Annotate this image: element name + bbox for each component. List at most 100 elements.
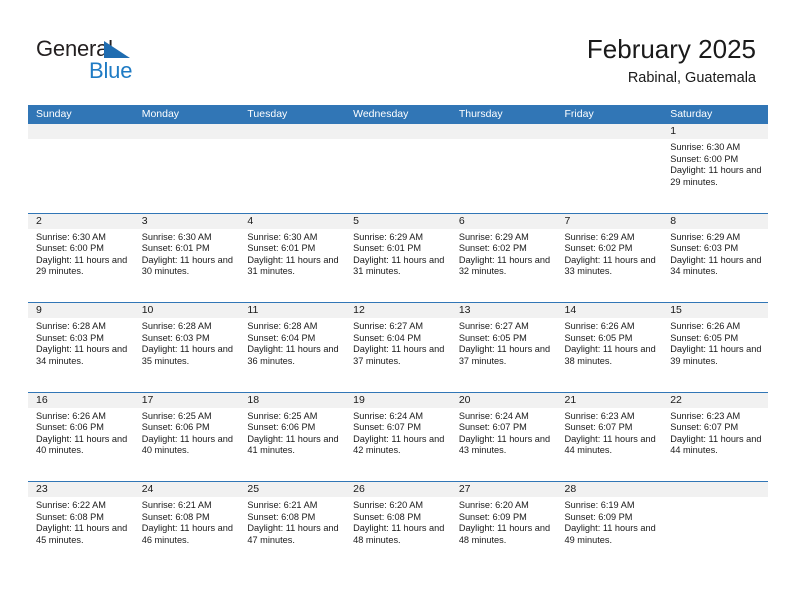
calendar-day-cell[interactable]: 25 Sunrise: 6:21 AM Sunset: 6:08 PM Dayligh… — [239, 482, 346, 571]
day-number: 24 — [133, 482, 240, 497]
daylight-text: Daylight: 11 hours and 42 minutes. — [353, 433, 445, 456]
daylight-text: Daylight: 11 hours and 30 minutes. — [141, 254, 233, 277]
day-sun-info: Sunrise: 6:30 AM Sunset: 6:01 PM Daylight:… — [134, 229, 240, 278]
calendar-day-cell[interactable]: 10 Sunrise: 6:28 AM Sunset: 6:03 PM Dayligh… — [133, 303, 240, 392]
calendar-day-cell[interactable]: 3 Sunrise: 6:30 AM Sunset: 6:01 PM Daylight… — [133, 213, 240, 303]
calendar-day-cell[interactable]: 24 Sunrise: 6:21 AM Sunset: 6:08 PM Dayligh… — [133, 482, 240, 571]
day-sun-info: Sunrise: 6:19 AM Sunset: 6:09 PM Daylight:… — [557, 497, 663, 546]
daylight-text: Daylight: 11 hours and 37 minutes. — [353, 344, 445, 366]
sunset-text: Sunset: 6:06 PM — [247, 422, 316, 433]
day-sun-info: Sunrise: 6:27 AM Sunset: 6:05 PM Daylight:… — [451, 318, 557, 367]
day-sun-info: Sunrise: 6:20 AM Sunset: 6:08 PM Daylight:… — [345, 497, 451, 546]
calendar-day-cell[interactable]: 21 Sunrise: 6:23 AM Sunset: 6:07 PM Dayligh… — [556, 392, 663, 482]
day-sun-info: Sunrise: 6:23 AM Sunset: 6:07 PM Daylight:… — [662, 408, 768, 457]
calendar-week-row: 2 Sunrise: 6:30 AM Sunset: 6:00 PM Daylight… — [28, 212, 768, 303]
day-sun-info: Sunrise: 6:21 AM Sunset: 6:08 PM Daylight:… — [134, 497, 240, 546]
sunrise-text: Sunrise: 6:22 AM — [36, 500, 106, 510]
day-number: 17 — [133, 392, 240, 408]
sunset-text: Sunset: 6:00 PM — [36, 243, 104, 254]
daylight-text: Daylight: 11 hours and 41 minutes. — [247, 433, 339, 456]
calendar-day-cell[interactable]: 1 Sunrise: 6:30 AM Sunset: 6:00 PM Daylight… — [662, 124, 768, 213]
day-sun-info: Sunrise: 6:28 AM Sunset: 6:03 PM Daylight:… — [28, 318, 134, 367]
day-sun-info: Sunrise: 6:30 AM Sunset: 6:00 PM Daylight:… — [28, 229, 134, 278]
daylight-text: Daylight: 11 hours and 29 minutes. — [670, 165, 762, 187]
calendar-day-cell[interactable]: 17 Sunrise: 6:25 AM Sunset: 6:06 PM Dayligh… — [133, 392, 240, 482]
calendar-day-cell[interactable]: 8 Sunrise: 6:29 AM Sunset: 6:03 PM Daylight… — [662, 213, 768, 303]
day-number: 10 — [133, 303, 240, 318]
calendar-day-cell[interactable]: 22 Sunrise: 6:23 AM Sunset: 6:07 PM Dayligh… — [662, 392, 768, 482]
sunrise-text: Sunrise: 6:30 AM — [670, 142, 741, 152]
sunrise-text: Sunrise: 6:20 AM — [353, 500, 424, 510]
calendar-day-cell[interactable]: 27 Sunrise: 6:20 AM Sunset: 6:09 PM Dayligh… — [450, 482, 557, 571]
calendar-day-cell[interactable]: 16 Sunrise: 6:26 AM Sunset: 6:06 PM Dayligh… — [28, 392, 134, 482]
calendar-day-cell[interactable]: 18 Sunrise: 6:25 AM Sunset: 6:06 PM Dayligh… — [239, 392, 346, 482]
day-sun-info: Sunrise: 6:23 AM Sunset: 6:07 PM Daylight:… — [557, 408, 663, 457]
calendar-day-cell-empty — [345, 124, 451, 213]
calendar-day-cell[interactable]: 13 Sunrise: 6:27 AM Sunset: 6:05 PM Dayligh… — [450, 303, 557, 392]
day-sun-info: Sunrise: 6:24 AM Sunset: 6:07 PM Daylight:… — [451, 408, 557, 457]
sunset-text: Sunset: 6:03 PM — [141, 332, 210, 343]
page-header: General Blue February 2025 Rabinal, Guat… — [0, 0, 792, 100]
calendar-day-cell[interactable]: 9 Sunrise: 6:28 AM Sunset: 6:03 PM Daylight… — [28, 303, 134, 392]
day-number: 3 — [133, 213, 240, 229]
calendar-day-cell-empty — [556, 124, 663, 213]
sunset-text: Sunset: 6:07 PM — [670, 422, 739, 433]
calendar-day-cell[interactable]: 28 Sunrise: 6:19 AM Sunset: 6:09 PM Dayligh… — [556, 482, 663, 571]
calendar-day-cell[interactable]: 6 Sunrise: 6:29 AM Sunset: 6:02 PM Daylight… — [450, 213, 557, 303]
day-sun-info: Sunrise: 6:26 AM Sunset: 6:06 PM Daylight:… — [28, 408, 134, 457]
sunrise-text: Sunrise: 6:27 AM — [458, 321, 529, 331]
daylight-text: Daylight: 11 hours and 48 minutes. — [353, 523, 445, 545]
day-number: 13 — [450, 303, 557, 318]
day-number: 22 — [662, 392, 768, 408]
calendar-day-cell-empty — [133, 124, 240, 213]
daylight-text: Daylight: 11 hours and 31 minutes. — [247, 254, 339, 277]
week-inner: 16 Sunrise: 6:26 AM Sunset: 6:06 PM Dayligh… — [28, 392, 768, 482]
calendar-day-cell[interactable]: 15 Sunrise: 6:26 AM Sunset: 6:05 PM Dayligh… — [662, 303, 768, 392]
weekday-header-wednesday: Wednesday — [353, 108, 409, 120]
day-number: 14 — [556, 303, 663, 318]
daylight-text: Daylight: 11 hours and 44 minutes. — [564, 433, 656, 456]
sunrise-text: Sunrise: 6:21 AM — [247, 500, 318, 510]
sunrise-text: Sunrise: 6:24 AM — [458, 410, 529, 421]
sunset-text: Sunset: 6:04 PM — [353, 332, 422, 343]
day-number: 11 — [239, 303, 346, 318]
calendar-day-cell[interactable]: 14 Sunrise: 6:26 AM Sunset: 6:05 PM Dayligh… — [556, 303, 663, 392]
day-sun-info: Sunrise: 6:25 AM Sunset: 6:06 PM Daylight:… — [134, 408, 240, 457]
day-sun-info: Sunrise: 6:29 AM Sunset: 6:02 PM Daylight:… — [451, 229, 557, 278]
calendar-day-cell[interactable]: 11 Sunrise: 6:28 AM Sunset: 6:04 PM Dayligh… — [239, 303, 346, 392]
calendar-week-row: 16 Sunrise: 6:26 AM Sunset: 6:06 PM Dayligh… — [28, 391, 768, 482]
calendar-day-cell-empty — [28, 124, 134, 213]
calendar-day-cell[interactable]: 19 Sunrise: 6:24 AM Sunset: 6:07 PM Dayligh… — [345, 392, 451, 482]
sunrise-text: Sunrise: 6:23 AM — [670, 410, 741, 421]
daylight-text: Daylight: 11 hours and 33 minutes. — [564, 254, 656, 277]
sunset-text: Sunset: 6:02 PM — [564, 243, 633, 254]
daylight-text: Daylight: 11 hours and 35 minutes. — [141, 344, 233, 366]
day-sun-info: Sunrise: 6:24 AM Sunset: 6:07 PM Daylight:… — [345, 408, 451, 457]
day-number — [28, 124, 134, 139]
day-sun-info: Sunrise: 6:29 AM Sunset: 6:01 PM Daylight:… — [345, 229, 451, 278]
daylight-text: Daylight: 11 hours and 47 minutes. — [247, 523, 339, 545]
calendar-table: Sunday Monday Tuesday Wednesday Thursday Frid… — [28, 105, 768, 571]
sunrise-text: Sunrise: 6:25 AM — [141, 410, 212, 421]
general-blue-logo[interactable]: General Blue — [36, 36, 166, 86]
day-number: 9 — [28, 303, 134, 318]
sunset-text: Sunset: 6:03 PM — [36, 332, 104, 343]
sunrise-text: Sunrise: 6:30 AM — [36, 231, 106, 242]
sunset-text: Sunset: 6:05 PM — [564, 332, 633, 343]
daylight-text: Daylight: 11 hours and 31 minutes. — [353, 254, 445, 277]
sunrise-text: Sunrise: 6:19 AM — [564, 500, 635, 510]
day-number — [239, 124, 346, 139]
calendar-day-cell[interactable]: 7 Sunrise: 6:29 AM Sunset: 6:02 PM Daylight… — [556, 213, 663, 303]
sunrise-text: Sunrise: 6:26 AM — [36, 410, 106, 421]
calendar-day-cell[interactable]: 20 Sunrise: 6:24 AM Sunset: 6:07 PM Dayligh… — [450, 392, 557, 482]
calendar-day-cell[interactable]: 2 Sunrise: 6:30 AM Sunset: 6:00 PM Daylight… — [28, 213, 134, 303]
calendar-day-cell[interactable]: 12 Sunrise: 6:27 AM Sunset: 6:04 PM Dayligh… — [345, 303, 451, 392]
day-number: 7 — [556, 213, 663, 229]
calendar-day-cell[interactable]: 4 Sunrise: 6:30 AM Sunset: 6:01 PM Daylight… — [239, 213, 346, 303]
day-sun-info: Sunrise: 6:29 AM Sunset: 6:03 PM Daylight:… — [662, 229, 768, 278]
calendar-day-cell[interactable]: 23 Sunrise: 6:22 AM Sunset: 6:08 PM Dayligh… — [28, 482, 134, 571]
sunrise-text: Sunrise: 6:26 AM — [670, 321, 741, 331]
calendar-day-cell[interactable]: 26 Sunrise: 6:20 AM Sunset: 6:08 PM Dayligh… — [345, 482, 451, 571]
day-number: 23 — [28, 482, 134, 497]
calendar-day-cell[interactable]: 5 Sunrise: 6:29 AM Sunset: 6:01 PM Daylight… — [345, 213, 451, 303]
